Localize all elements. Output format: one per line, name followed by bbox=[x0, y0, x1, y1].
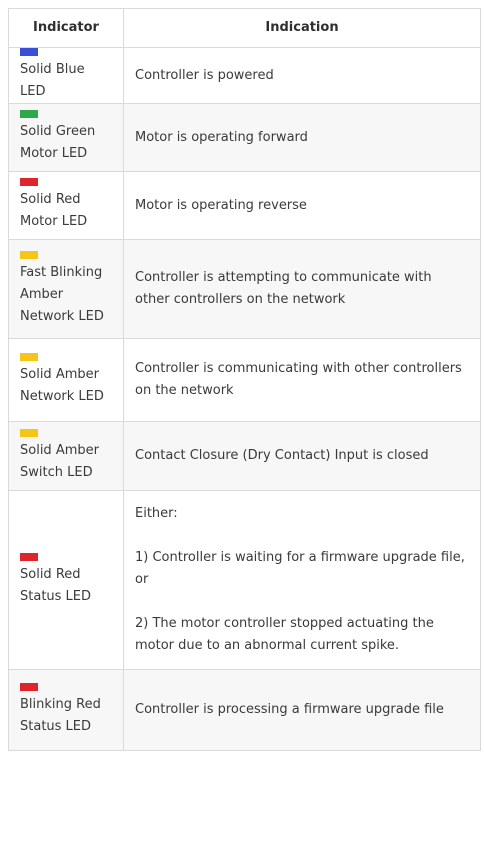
indicator-label: Blinking Red Status LED bbox=[20, 696, 101, 734]
indication-text: 1) Controller is waiting for a firmware … bbox=[135, 550, 465, 587]
led-color-swatch-icon bbox=[20, 178, 38, 186]
led-color-swatch-icon bbox=[20, 682, 38, 691]
led-color-swatch-icon bbox=[20, 428, 38, 437]
led-color-swatch-icon bbox=[20, 48, 38, 56]
table-row: Solid Amber Network LED Controller is com… bbox=[8, 338, 481, 422]
indicator-cell: Solid Red Status LED bbox=[8, 490, 124, 670]
led-color-swatch-icon bbox=[20, 110, 38, 118]
table-body: Solid Blue LED Controller is powered Solid… bbox=[8, 47, 481, 751]
led-color-swatch-icon bbox=[20, 352, 38, 361]
indication-cell: Motor is operating reverse bbox=[123, 171, 481, 240]
indication-text: Motor is operating reverse bbox=[135, 197, 307, 213]
indicator-label: Solid Red Status LED bbox=[20, 566, 92, 604]
table-row: Solid Blue LED Controller is powered bbox=[8, 47, 481, 104]
indication-text: Contact Closure (Dry Contact) Input is c… bbox=[135, 448, 429, 463]
indication-text: Controller is processing a firmware upgr… bbox=[135, 702, 444, 717]
indication-text: Motor is operating forward bbox=[135, 129, 308, 145]
indication-cell: Controller is processing a firmware upgr… bbox=[123, 669, 481, 751]
led-color-swatch-icon bbox=[20, 552, 38, 561]
table-row: Solid Amber Switch LED Contact Closure (D… bbox=[8, 421, 481, 491]
indicator-cell: Solid Red Motor LED bbox=[8, 171, 124, 240]
indication-cell: Controller is attempting to communicate … bbox=[123, 239, 481, 339]
indicator-label: Solid Amber Switch LED bbox=[20, 442, 99, 480]
indication-column-header: Indication bbox=[123, 8, 481, 48]
table-row: Fast Blinking Amber Network LED Controlle… bbox=[8, 239, 481, 339]
table-row: Solid Red Status LED Either: 1) Controller… bbox=[8, 490, 481, 670]
table-row: Solid Green Motor LED Motor is operating … bbox=[8, 103, 481, 172]
indicator-cell: Solid Amber Switch LED bbox=[8, 421, 124, 491]
indicator-label: Solid Green Motor LED bbox=[20, 124, 96, 161]
indicator-label: Fast Blinking Amber Network LED bbox=[20, 264, 104, 324]
indication-text: Controller is communicating with other c… bbox=[135, 361, 462, 398]
table-row: Solid Red Motor LED Motor is operating re… bbox=[8, 171, 481, 240]
indication-cell: Either: 1) Controller is waiting for a fi… bbox=[123, 490, 481, 670]
indication-text: Controller is attempting to communicate … bbox=[135, 270, 432, 307]
indication-text: 2) The motor controller stopped actuatin… bbox=[135, 616, 434, 653]
indication-cell: Controller is communicating with other c… bbox=[123, 338, 481, 422]
table-row: Blinking Red Status LED Controller is pro… bbox=[8, 669, 481, 751]
indicator-cell: Solid Green Motor LED bbox=[8, 103, 124, 172]
indicator-label: Solid Red Motor LED bbox=[20, 192, 88, 229]
indication-cell: Motor is operating forward bbox=[123, 103, 481, 172]
indicator-label: Solid Amber Network LED bbox=[20, 366, 104, 404]
led-color-swatch-icon bbox=[20, 250, 38, 259]
indicator-label: Solid Blue LED bbox=[20, 62, 85, 99]
indicator-cell: Solid Blue LED bbox=[8, 47, 124, 104]
indication-cell: Contact Closure (Dry Contact) Input is c… bbox=[123, 421, 481, 491]
indicator-cell: Fast Blinking Amber Network LED bbox=[8, 239, 124, 339]
indicator-cell: Solid Amber Network LED bbox=[8, 338, 124, 422]
indication-text: Either: bbox=[135, 506, 178, 521]
led-indicator-table: Indicator Indication Solid Blue LED Contr… bbox=[8, 8, 481, 751]
indicator-cell: Blinking Red Status LED bbox=[8, 669, 124, 751]
indication-cell: Controller is powered bbox=[123, 47, 481, 104]
indicator-column-header: Indicator bbox=[8, 8, 124, 48]
table-header-row: Indicator Indication bbox=[8, 8, 481, 48]
indication-text: Controller is powered bbox=[135, 67, 274, 83]
